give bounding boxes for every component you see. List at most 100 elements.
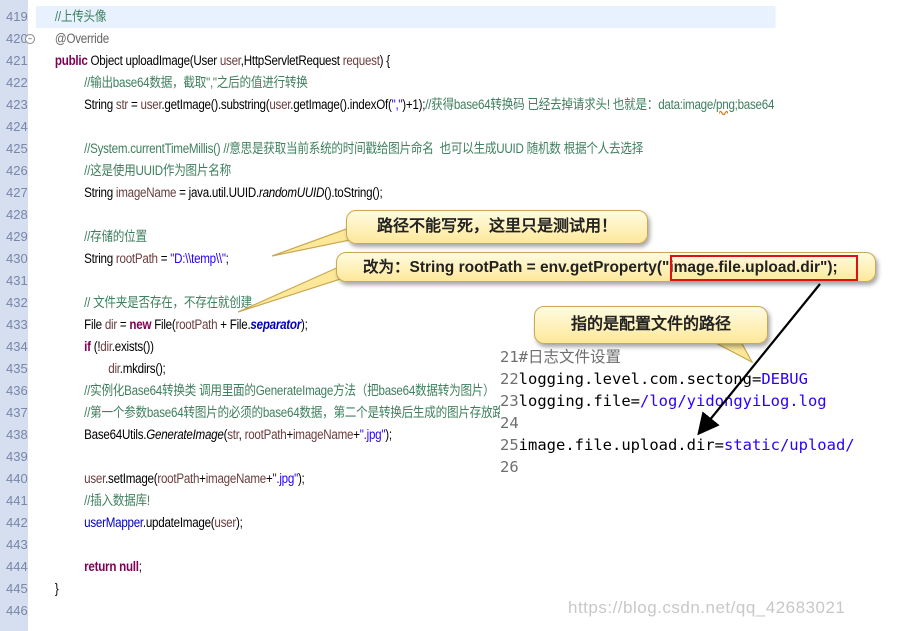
method-name: GenerateImage [146, 427, 224, 442]
line-number: 422 [6, 75, 28, 90]
code-text: ); [385, 427, 392, 442]
line-number: 435 [6, 361, 28, 376]
variable: rootPath [157, 471, 200, 486]
code-text: Base64Utils. [84, 427, 147, 442]
properties-key: logging.level.com.sectong [518, 370, 752, 388]
comment-text: //System.currentTimeMillis() //意思是获取当前系统… [84, 141, 644, 156]
variable: rootPath [175, 317, 218, 332]
properties-line: 22logging.level.com.sectong=DEBUG [500, 370, 808, 388]
variable: request [342, 53, 380, 68]
comment-text: //上传头像 [54, 9, 107, 24]
properties-line-number: 21 [500, 348, 519, 366]
properties-line-number: 25 [500, 436, 519, 454]
line-number: 440 [6, 471, 28, 486]
code-line-419[interactable]: //上传头像 [36, 6, 776, 28]
properties-comment: #日志文件设置 [518, 348, 622, 366]
variable: dir [100, 339, 112, 354]
properties-key: image.file.upload.dir [518, 436, 715, 454]
comment-text: //插入数据库! [84, 493, 150, 508]
highlight-box [670, 255, 858, 281]
code-line-425[interactable]: //System.currentTimeMillis() //意思是获取当前系统… [36, 138, 776, 160]
code-text: ().toString(); [324, 185, 383, 200]
variable: imageName [292, 427, 354, 442]
line-number: 438 [6, 427, 28, 442]
string-literal: "D:\\temp\\" [170, 251, 226, 266]
variable: rootPath [244, 427, 287, 442]
properties-line: 26 [500, 456, 519, 478]
variable: user [140, 97, 162, 112]
code-line-424[interactable] [36, 116, 776, 138]
code-line-444[interactable]: return null; [36, 556, 776, 578]
fold-toggle-icon[interactable]: − [25, 34, 35, 44]
properties-line: 21#日志文件设置 [500, 346, 621, 368]
field: userMapper [84, 515, 143, 530]
properties-line-number: 26 [500, 458, 519, 476]
code-text: ; [225, 251, 229, 266]
code-text: .exists()) [111, 339, 154, 354]
keyword: new [129, 317, 152, 332]
line-number: 426 [6, 163, 28, 178]
code-text: } [54, 581, 59, 596]
method-name: randomUUID [258, 185, 325, 200]
properties-line-number: 23 [500, 392, 519, 410]
line-number: 425 [6, 141, 28, 156]
code-text: .updateImage( [142, 515, 215, 530]
line-number: 430 [6, 251, 28, 266]
line-number: 439 [6, 449, 28, 464]
line-number: 423 [6, 97, 28, 112]
code-line-427[interactable]: String imageName = java.util.UUID.random… [36, 182, 776, 204]
line-number: 444 [6, 559, 28, 574]
variable: dir [108, 361, 120, 376]
code-line-445[interactable]: } [36, 578, 776, 600]
line-number: 421 [6, 53, 28, 68]
code-line-443[interactable] [36, 534, 776, 556]
code-text: ); [235, 515, 243, 530]
code-text: .getImage().substring( [161, 97, 270, 112]
comment-text: png [716, 97, 735, 112]
code-text: ) { [379, 53, 390, 68]
code-text: )+1); [402, 97, 426, 112]
keyword: public [54, 53, 88, 68]
code-text: File [84, 317, 105, 332]
line-number: 443 [6, 537, 28, 552]
variable: dir [104, 317, 117, 332]
code-text: ,HttpServletRequest [240, 53, 343, 68]
variable: imageName [115, 185, 177, 200]
string-literal: ".jpg" [359, 427, 386, 442]
code-text: = [157, 251, 171, 266]
variable: imageName [205, 471, 267, 486]
code-text: .setImage( [105, 471, 158, 486]
code-line-421[interactable]: public Object uploadImage(User user,Http… [36, 50, 776, 72]
comment-text: ;base64 [734, 97, 775, 112]
keyword: null [119, 559, 139, 574]
line-number: 419 [6, 9, 28, 24]
annotation: @Override [54, 31, 109, 46]
properties-line-number: 22 [500, 370, 519, 388]
properties-line-number: 24 [500, 414, 519, 432]
properties-key: logging.file [518, 392, 631, 410]
code-text: + File. [217, 317, 251, 332]
code-line-442[interactable]: userMapper.updateImage(user); [36, 512, 776, 534]
properties-file-snippet: 21#日志文件设置 22logging.level.com.sectong=DE… [500, 346, 910, 486]
code-text: ); [297, 471, 305, 486]
properties-line: 23logging.file=/log/yidongyiLog.log [500, 392, 827, 410]
properties-value: static/upload/ [723, 436, 855, 454]
code-line-423[interactable]: String str = user.getImage().substring(u… [36, 94, 776, 116]
code-line-441[interactable]: //插入数据库! [36, 490, 776, 512]
code-line-426[interactable]: //这是使用UUID作为图片名称 [36, 160, 776, 182]
code-line-420[interactable]: @Override [36, 28, 776, 50]
line-number: 433 [6, 317, 28, 332]
line-number: 427 [6, 185, 28, 200]
code-text: .mkdirs(); [119, 361, 166, 376]
code-text: String [84, 251, 116, 266]
comment-text: //第一个参数base64转图片的必须的base64数据，第二个是转换后生成的图… [84, 405, 516, 420]
code-line-422[interactable]: //输出base64数据，截取","之后的值进行转换 [36, 72, 776, 94]
code-text: String [84, 97, 116, 112]
properties-value: /log/yidongyiLog.log [640, 392, 827, 410]
code-text: String [84, 185, 116, 200]
variable: str [115, 97, 129, 112]
variable: rootPath [115, 251, 158, 266]
string-literal: "," [391, 97, 403, 112]
callout-change-text: 改为：String rootPath = env.getProperty( [363, 259, 662, 276]
line-number: 441 [6, 493, 28, 508]
